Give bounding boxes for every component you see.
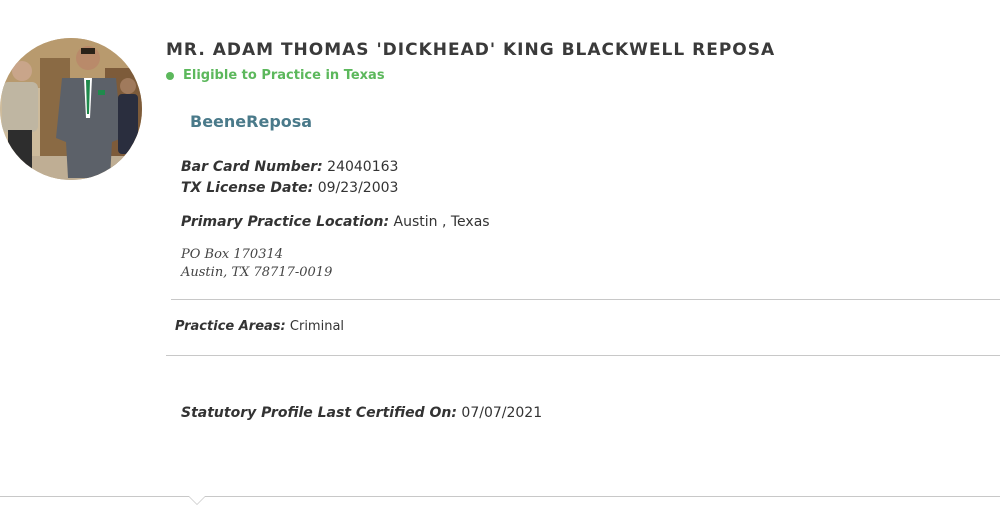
attorney-name: MR. ADAM THOMAS 'DICKHEAD' KING BLACKWEL… — [166, 40, 776, 60]
address-line-2: Austin, TX 78717-0019 — [181, 265, 333, 280]
certified-row: Statutory Profile Last Certified On: 07/… — [181, 405, 542, 421]
bar-card-label: Bar Card Number: — [181, 159, 323, 175]
address-line-1: PO Box 170314 — [181, 247, 284, 262]
section-divider — [171, 299, 1000, 300]
eligibility-status: Eligible to Practice in Texas — [166, 68, 385, 83]
bar-card-row: Bar Card Number: 24040163 — [181, 159, 398, 175]
practice-location-value: Austin , Texas — [393, 214, 490, 230]
practice-location-label: Primary Practice Location: — [181, 214, 390, 230]
practice-areas-row: Practice Areas: Criminal — [175, 319, 344, 334]
bar-card-value: 24040163 — [327, 159, 399, 175]
bottom-divider — [0, 496, 1000, 497]
license-date-value: 09/23/2003 — [317, 180, 399, 196]
firm-link[interactable]: BeeneReposa — [190, 112, 312, 131]
mailing-address: PO Box 170314 Austin, TX 78717-0019 — [181, 246, 332, 282]
practice-areas-label: Practice Areas: — [175, 319, 286, 334]
photo-image — [0, 38, 142, 180]
certified-value: 07/07/2021 — [461, 405, 543, 421]
license-date-row: TX License Date: 09/23/2003 — [181, 180, 398, 196]
license-date-label: TX License Date: — [181, 180, 314, 196]
caret-inner — [189, 496, 205, 504]
practice-location-row: Primary Practice Location: Austin , Texa… — [181, 214, 490, 230]
status-text: Eligible to Practice in Texas — [183, 68, 385, 83]
section-divider — [166, 355, 1000, 356]
attorney-photo — [0, 38, 142, 180]
certified-label: Statutory Profile Last Certified On: — [181, 405, 457, 421]
practice-areas-value: Criminal — [289, 319, 345, 334]
status-dot-icon — [166, 71, 174, 80]
